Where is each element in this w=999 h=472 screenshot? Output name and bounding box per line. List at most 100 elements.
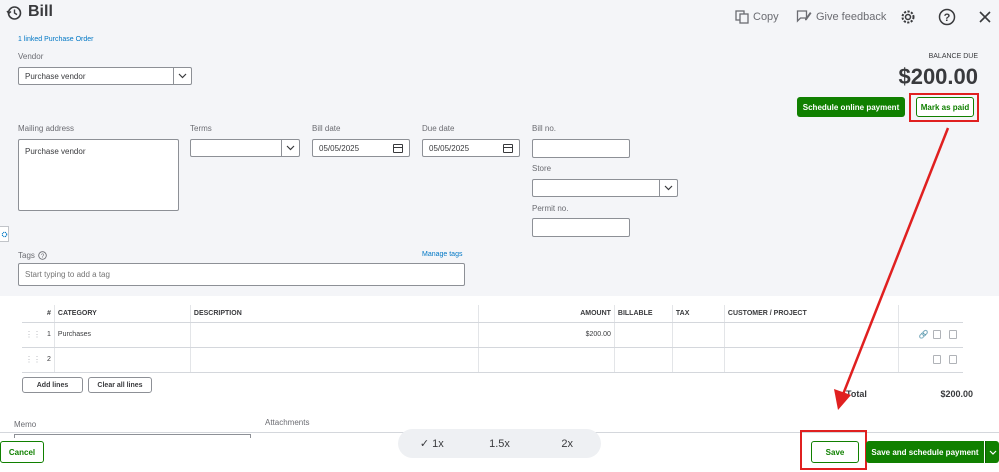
drag-handle-icon[interactable]: ⋮⋮ [25,330,41,339]
attachments-label: Attachments [265,418,310,427]
duplicate-icon[interactable] [933,355,942,364]
col-header-amount: AMOUNT [478,305,615,323]
bill-date-value: 05/05/2025 [319,143,360,153]
col-header-number: # [44,305,55,323]
row-customer-project[interactable] [724,347,899,373]
save-button[interactable]: Save [811,441,859,463]
tags-input[interactable] [18,263,465,286]
row-number: 2 [44,347,55,373]
col-header-customer-project: CUSTOMER / PROJECT [724,305,899,323]
col-header-actions [898,305,964,323]
close-icon[interactable] [975,7,995,27]
terms-dropdown[interactable] [190,139,300,157]
save-and-schedule-payment-button[interactable]: Save and schedule payment [866,441,984,463]
memo-textarea[interactable] [14,434,251,438]
check-icon: ✓ [419,438,433,450]
copy-button[interactable]: Copy [735,10,779,24]
due-date-input[interactable]: 05/05/2025 [422,139,520,157]
vendor-label: Vendor [18,52,44,61]
linked-purchase-order-link[interactable]: 1 linked Purchase Order [18,36,93,43]
due-date-label: Due date [422,124,455,133]
calendar-icon[interactable] [503,144,513,153]
cancel-button[interactable]: Cancel [0,441,44,463]
zoom-option-1-5x[interactable]: 1.5x [466,438,534,450]
copy-icon [735,10,749,24]
mailing-address-value: Purchase vendor [25,147,86,156]
chevron-down-icon [173,68,191,84]
col-header-description: DESCRIPTION [190,305,479,323]
bill-date-label: Bill date [312,124,341,133]
row-actions: 🔗 [898,322,964,348]
zoom-option-2x[interactable]: 2x [533,438,601,450]
row-actions [898,347,964,373]
duplicate-icon[interactable] [933,330,942,340]
table-row[interactable]: ⋮⋮ 1 Purchases $200.00 🔗 [22,322,964,348]
permit-no-label: Permit no. [532,204,569,213]
terms-label: Terms [190,124,212,133]
copy-label: Copy [753,11,779,23]
table-header-row: # CATEGORY DESCRIPTION AMOUNT BILLABLE T… [22,305,964,323]
feedback-icon [796,10,812,23]
bill-no-label: Bill no. [532,124,557,133]
add-lines-button[interactable]: Add lines [22,377,83,393]
page-title: Bill [28,3,53,20]
mark-as-paid-button[interactable]: Mark as paid [916,97,974,117]
trash-icon[interactable] [949,355,958,364]
store-dropdown[interactable] [532,179,678,197]
row-category[interactable] [54,347,191,373]
row-description[interactable] [190,322,479,348]
row-tax[interactable] [672,347,725,373]
drag-handle-icon[interactable]: ⋮⋮ [25,355,41,364]
balance-due-label: BALANCE DUE [928,53,978,60]
row-amount[interactable]: $200.00 [478,322,615,348]
col-header-billable: BILLABLE [614,305,673,323]
row-billable[interactable] [614,322,673,348]
row-tax[interactable] [672,322,725,348]
calendar-icon[interactable] [393,144,403,153]
table-row[interactable]: ⋮⋮ 2 [22,347,964,373]
bill-date-input[interactable]: 05/05/2025 [312,139,410,157]
zoom-control: ✓ 1x 1.5x 2x [398,429,601,458]
save-options-chevron-down-icon[interactable] [985,441,999,463]
category-details-table: # CATEGORY DESCRIPTION AMOUNT BILLABLE T… [22,305,964,373]
give-feedback-button[interactable]: Give feedback [796,9,886,24]
due-date-value: 05/05/2025 [429,143,470,153]
settings-gear-icon[interactable] [898,7,918,27]
schedule-online-payment-button[interactable]: Schedule online payment [797,97,905,117]
trash-icon[interactable] [949,330,958,340]
side-settings-gear-icon[interactable] [0,226,9,242]
total-value: $200.00 [940,389,973,399]
col-header-category: CATEGORY [54,305,191,323]
chevron-down-icon [659,180,677,196]
store-label: Store [532,164,552,173]
zoom-option-1x-label: 1x [432,438,444,450]
svg-text:?: ? [944,12,951,24]
mailing-address-textarea[interactable]: Purchase vendor [18,139,179,211]
row-customer-project[interactable] [724,322,899,348]
help-icon[interactable]: ? [937,7,957,27]
vendor-dropdown[interactable]: Purchase vendor [18,67,192,85]
row-description[interactable] [190,347,479,373]
feedback-label: Give feedback [816,10,887,23]
tags-label: Tags [18,251,35,260]
row-amount[interactable] [478,347,615,373]
manage-tags-link[interactable]: Manage tags [422,251,462,258]
history-icon[interactable] [6,5,22,21]
balance-due-amount: $200.00 [898,64,978,89]
bill-no-input[interactable] [532,139,630,158]
tags-label-group: Tags ? [18,251,47,260]
mailing-address-label: Mailing address [18,124,75,133]
permit-no-input[interactable] [532,218,630,237]
row-category[interactable]: Purchases [54,322,191,348]
zoom-option-1x[interactable]: ✓ 1x [398,437,466,450]
link-icon[interactable]: 🔗 [919,330,929,339]
drag-col-header [22,305,44,323]
total-label: Total [846,389,867,399]
info-icon[interactable]: ? [38,251,47,260]
vendor-value: Purchase vendor [25,71,86,81]
clear-all-lines-button[interactable]: Clear all lines [88,377,152,393]
row-billable[interactable] [614,347,673,373]
col-header-tax: TAX [672,305,725,323]
chevron-down-icon [281,140,299,156]
memo-label: Memo [14,420,37,429]
